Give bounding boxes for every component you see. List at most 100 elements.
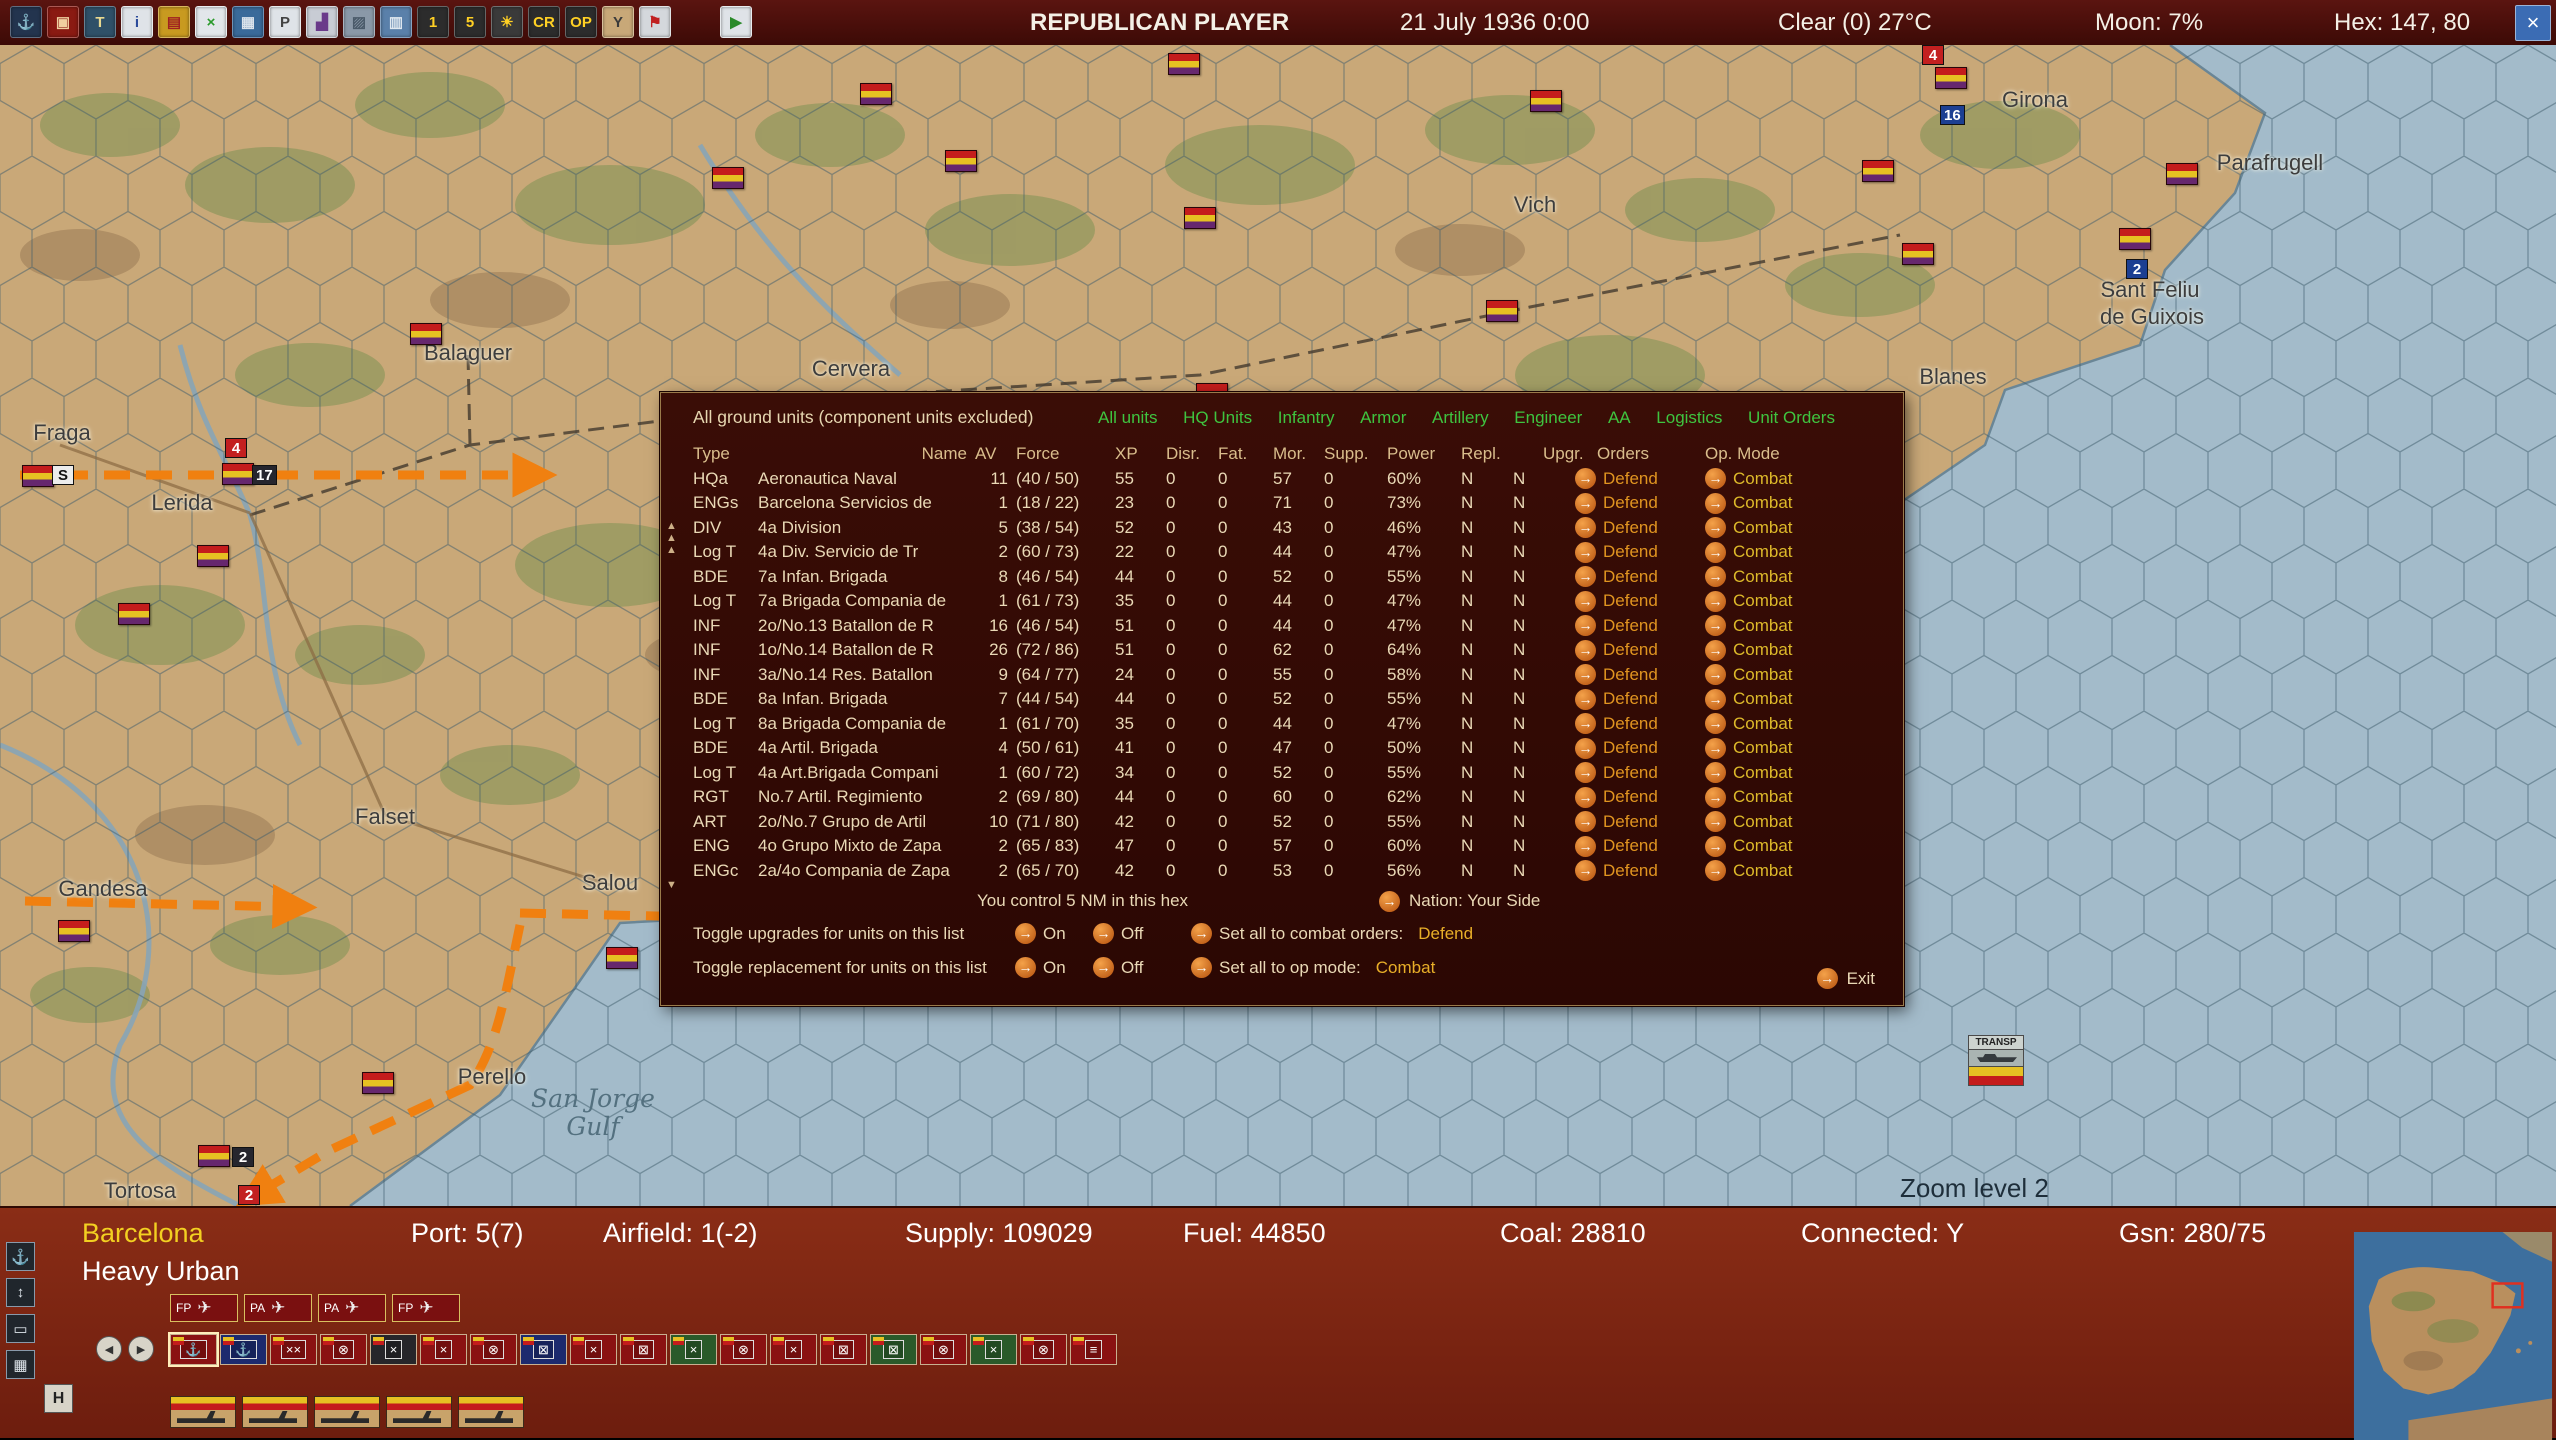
opmode-arrow-icon[interactable] xyxy=(1705,542,1726,563)
unit-counter-flag[interactable] xyxy=(1184,207,1216,229)
unit-counter-flag[interactable] xyxy=(1935,67,1967,89)
dialog-tab[interactable]: AA xyxy=(1608,408,1631,428)
2o/No.13 Batallon de R[interactable]: INF 2o/No.13 Batallon de R 16 (46 / 54) … xyxy=(693,614,1883,639)
unit-counter[interactable]: ⚓ xyxy=(170,1334,217,1365)
minimap[interactable] xyxy=(2350,1232,2556,1440)
2a/4o Compania de Zapa[interactable]: ENGc 2a/4o Compania de Zapa 2 (65 / 70) … xyxy=(693,859,1883,884)
info-tool-icon[interactable]: i xyxy=(121,6,153,38)
order-arrow-icon[interactable] xyxy=(1575,738,1596,759)
dialog-tab[interactable]: Unit Orders xyxy=(1748,408,1835,428)
unit-counter-flag[interactable] xyxy=(2166,163,2198,185)
cr-tool-icon[interactable]: CR xyxy=(528,6,560,38)
1o/No.14 Batallon de R[interactable]: INF 1o/No.14 Batallon de R 26 (72 / 86) … xyxy=(693,638,1883,663)
opmode-arrow-icon[interactable] xyxy=(1705,664,1726,685)
grid-tool-icon[interactable]: ▦ xyxy=(232,6,264,38)
unit-counter[interactable]: × xyxy=(370,1334,417,1365)
save-tool-icon[interactable]: ▥ xyxy=(380,6,412,38)
unit-counter-flag[interactable] xyxy=(945,150,977,172)
unit-counter[interactable]: ⊗ xyxy=(720,1334,767,1365)
rail-net-tool-icon[interactable]: Y xyxy=(602,6,634,38)
unit-counter-flag[interactable] xyxy=(362,1072,394,1094)
unit-counter[interactable]: ⊠ xyxy=(870,1334,917,1365)
unit-counter[interactable]: ⊗ xyxy=(1020,1334,1067,1365)
opmode-arrow-icon[interactable] xyxy=(1705,493,1726,514)
air-unit-counter[interactable]: FP ✈ xyxy=(170,1294,238,1322)
toggle-off-button[interactable]: Off xyxy=(1093,957,1191,978)
naval-mode-icon[interactable]: ⚓ xyxy=(6,1242,35,1271)
7a Infan. Brigada[interactable]: BDE 7a Infan. Brigada 8 (46 / 54) 44 0 0… xyxy=(693,565,1883,590)
op-tool-icon[interactable]: OP xyxy=(565,6,597,38)
4a Art.Brigada Compani[interactable]: Log T 4a Art.Brigada Compani 1 (60 / 72)… xyxy=(693,761,1883,786)
4a Division[interactable]: DIV 4a Division 5 (38 / 54) 52 0 0 43 0 … xyxy=(693,516,1883,541)
8a Infan. Brigada[interactable]: BDE 8a Infan. Brigada 7 (44 / 54) 44 0 0… xyxy=(693,687,1883,712)
rail-mode-icon[interactable]: ▭ xyxy=(6,1314,35,1343)
opmode-arrow-icon[interactable] xyxy=(1705,640,1726,661)
order-arrow-icon[interactable] xyxy=(1575,640,1596,661)
unit-counter-flag[interactable] xyxy=(2119,228,2151,250)
unit-counter[interactable]: × xyxy=(970,1334,1017,1365)
order-arrow-icon[interactable] xyxy=(1575,591,1596,612)
anchor-tool-icon[interactable]: ⚓ xyxy=(10,6,42,38)
transport-unit[interactable]: TRANSP xyxy=(1968,1035,2024,1086)
air-unit-counter[interactable]: PA ✈ xyxy=(318,1294,386,1322)
unit-counter[interactable]: ⊗ xyxy=(470,1334,517,1365)
order-arrow-icon[interactable] xyxy=(1575,517,1596,538)
unit-counter[interactable]: ⊠ xyxy=(820,1334,867,1365)
hex-info-button[interactable]: H xyxy=(44,1384,73,1413)
unit-counter[interactable]: ⊠ xyxy=(620,1334,667,1365)
toggle-on-button[interactable]: On xyxy=(1015,923,1093,944)
dialog-tab[interactable]: Artillery xyxy=(1432,408,1489,428)
toggle-off-button[interactable]: Off xyxy=(1093,923,1191,944)
weather-tool-icon[interactable]: ☀ xyxy=(491,6,523,38)
4a Div. Servicio de Tr[interactable]: Log T 4a Div. Servicio de Tr 2 (60 / 73)… xyxy=(693,540,1883,565)
order-arrow-icon[interactable] xyxy=(1575,860,1596,881)
order-arrow-icon[interactable] xyxy=(1575,493,1596,514)
flag2-tool-icon[interactable]: ⚑ xyxy=(639,6,671,38)
next-unit-button[interactable]: ▶ xyxy=(128,1336,154,1362)
opmode-arrow-icon[interactable] xyxy=(1705,566,1726,587)
opmode-arrow-icon[interactable] xyxy=(1705,762,1726,783)
unit-counter-flag[interactable] xyxy=(410,323,442,345)
flag-tool-icon[interactable]: ▤ xyxy=(158,6,190,38)
chart-tool-icon[interactable]: ▟ xyxy=(306,6,338,38)
dialog-tab[interactable]: Logistics xyxy=(1656,408,1722,428)
unit-counter-flag[interactable] xyxy=(606,947,638,969)
opmode-arrow-icon[interactable] xyxy=(1705,615,1726,636)
unit-counter-flag[interactable] xyxy=(118,603,150,625)
4a Artil. Brigada[interactable]: BDE 4a Artil. Brigada 4 (50 / 61) 41 0 0… xyxy=(693,736,1883,761)
gun-unit-icon[interactable] xyxy=(314,1396,380,1428)
2o/No.7 Grupo de Artil[interactable]: ART 2o/No.7 Grupo de Artil 10 (71 / 80) … xyxy=(693,810,1883,835)
stack-mode-icon[interactable]: ↕ xyxy=(6,1278,35,1307)
7a Brigada Compania de[interactable]: Log T 7a Brigada Compania de 1 (61 / 73)… xyxy=(693,589,1883,614)
gun-unit-icon[interactable] xyxy=(458,1396,524,1428)
Aeronautica Naval[interactable]: HQa Aeronautica Naval 11 (40 / 50) 55 0 … xyxy=(693,467,1883,492)
unit-counter-flag[interactable] xyxy=(1902,243,1934,265)
unit-counter[interactable]: × xyxy=(770,1334,817,1365)
check-tool-icon[interactable]: × xyxy=(195,6,227,38)
opmode-arrow-icon[interactable] xyxy=(1705,860,1726,881)
order-arrow-icon[interactable] xyxy=(1575,836,1596,857)
dialog-tab[interactable]: HQ Units xyxy=(1183,408,1252,428)
4o Grupo Mixto de Zapa[interactable]: ENG 4o Grupo Mixto de Zapa 2 (65 / 83) 4… xyxy=(693,834,1883,859)
opmode-arrow-icon[interactable] xyxy=(1705,713,1726,734)
opmode-arrow-icon[interactable] xyxy=(1705,468,1726,489)
nation-arrow-icon[interactable] xyxy=(1379,891,1400,912)
unit-counter-flag[interactable] xyxy=(1486,300,1518,322)
unit-counter-flag[interactable] xyxy=(1530,90,1562,112)
order-arrow-icon[interactable] xyxy=(1575,762,1596,783)
unit-counter-flag[interactable] xyxy=(1168,53,1200,75)
opmode-arrow-icon[interactable] xyxy=(1705,517,1726,538)
counter-5-icon[interactable]: 5 xyxy=(454,6,486,38)
set-all-button[interactable]: Set all to op mode:Combat xyxy=(1191,957,1435,978)
nation-indicator[interactable]: Nation: Your Side xyxy=(1379,891,1540,912)
unit-counter-flag[interactable] xyxy=(860,83,892,105)
air-unit-counter[interactable]: PA ✈ xyxy=(244,1294,312,1322)
unit-counter-flag[interactable] xyxy=(22,465,54,487)
gun-unit-icon[interactable] xyxy=(242,1396,308,1428)
unit-counter[interactable]: ≡ xyxy=(1070,1334,1117,1365)
unit-counter[interactable]: ⊗ xyxy=(320,1334,367,1365)
end-turn-icon[interactable]: ▶ xyxy=(720,6,752,38)
opmode-arrow-icon[interactable] xyxy=(1705,836,1726,857)
unit-counter[interactable]: × xyxy=(420,1334,467,1365)
dialog-tab[interactable]: Engineer xyxy=(1514,408,1582,428)
